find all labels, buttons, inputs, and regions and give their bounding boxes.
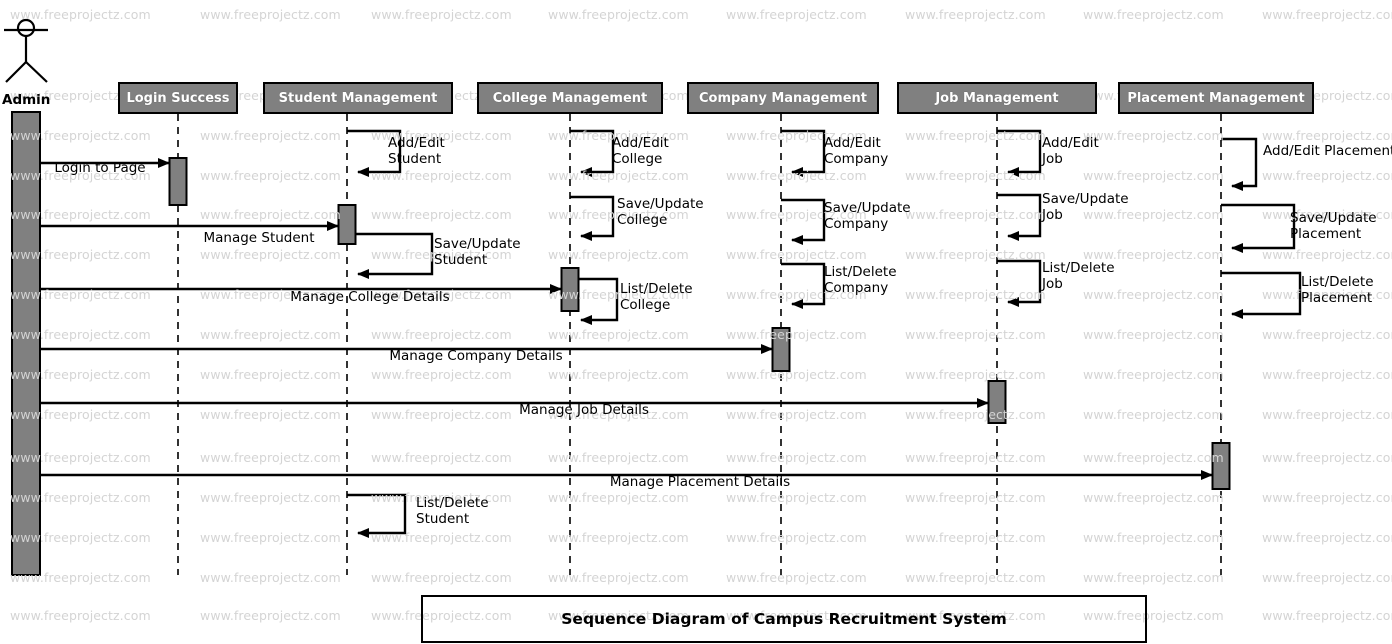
activation-bar-act-college [560, 267, 580, 312]
self-message-arrow-s2[interactable] [347, 232, 434, 279]
participant-header-label: College Management [492, 90, 648, 106]
participant-header-placement[interactable]: Placement Management [1118, 82, 1314, 114]
self-message-arrow-s14[interactable] [1221, 203, 1296, 253]
self-message-arrow-s15[interactable] [1221, 271, 1302, 319]
sequence-diagram-canvas: www.freeprojectz.com www.freeprojectz.com… [0, 0, 1392, 644]
diagram-title-banner: Sequence Diagram of Campus Recruitment S… [421, 595, 1147, 643]
participant-header-job[interactable]: Job Management [897, 82, 1097, 114]
self-message-arrow-s7[interactable] [781, 129, 826, 177]
self-message-arrow-s9[interactable] [781, 262, 826, 309]
participant-header-college[interactable]: College Management [477, 82, 663, 114]
self-message-arrow-s13[interactable] [1221, 137, 1258, 191]
actor-label: Admin [2, 92, 51, 108]
self-message-arrow-s1[interactable] [347, 129, 402, 177]
participant-header-label: Company Management [698, 90, 868, 106]
activation-bar-act-admin [11, 111, 41, 576]
participant-header-label: Login Success [126, 90, 230, 106]
activation-bar-act-company [771, 327, 791, 372]
activation-bar-act-student [337, 204, 357, 245]
actor-head-icon [16, 18, 36, 38]
actor-leg-right-icon [25, 61, 48, 83]
actor-figure-group [4, 18, 48, 83]
activation-bars-group [11, 111, 1231, 576]
lifelines-group [177, 114, 1222, 575]
activation-bar-act-login [168, 157, 188, 206]
self-messages-group [347, 129, 1302, 538]
participant-header-label: Job Management [935, 90, 1059, 106]
participant-header-label: Student Management [278, 90, 438, 106]
activation-bar-act-job [987, 380, 1007, 424]
self-message-arrow-s10[interactable] [997, 129, 1042, 177]
self-message-arrow-s8[interactable] [781, 198, 826, 245]
self-message-arrow-s4[interactable] [570, 129, 615, 177]
participant-header-label: Placement Management [1127, 90, 1305, 106]
activation-bar-act-placement [1211, 442, 1231, 490]
self-message-arrow-s12[interactable] [997, 259, 1042, 307]
actor-leg-left-icon [5, 61, 27, 83]
self-message-arrow-s11[interactable] [997, 193, 1042, 241]
participant-header-login[interactable]: Login Success [118, 82, 238, 114]
self-message-arrow-s5[interactable] [570, 195, 615, 241]
participant-header-student[interactable]: Student Management [263, 82, 453, 114]
messages-group [40, 158, 1213, 480]
participant-header-company[interactable]: Company Management [687, 82, 879, 114]
diagram-title: Sequence Diagram of Campus Recruitment S… [561, 610, 1007, 628]
self-message-arrow-s3[interactable] [347, 493, 407, 538]
